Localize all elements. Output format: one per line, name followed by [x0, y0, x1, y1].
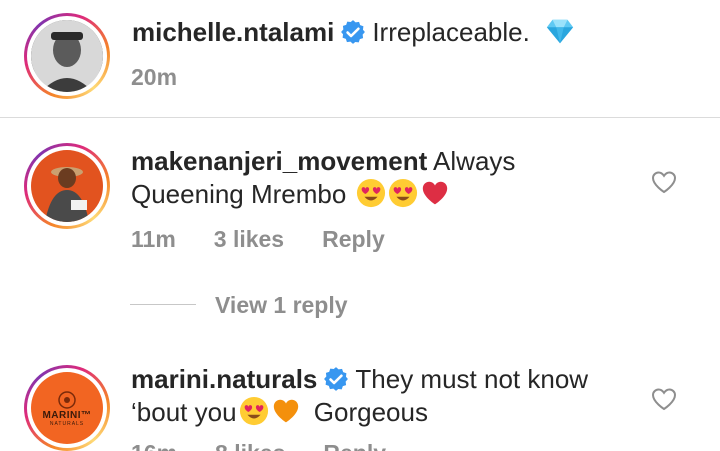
comment-meta: 11m 3 likes Reply	[131, 226, 423, 253]
comment-author-avatar[interactable]: MARINI™ NATURALS	[24, 365, 110, 451]
like-comment-heart-icon[interactable]	[651, 387, 677, 411]
post-caption-text: Irreplaceable.	[372, 17, 530, 47]
post-meta: 20m	[131, 64, 215, 91]
heart-eyes-emoji-icon	[239, 396, 268, 426]
avatar-image: MARINI™ NATURALS	[31, 372, 103, 444]
marini-logo-icon	[58, 390, 76, 409]
view-replies-line	[130, 304, 196, 305]
verified-badge-icon	[324, 367, 349, 391]
avatar-gap: MARINI™ NATURALS	[27, 368, 107, 448]
post-caption-row: michelle.ntalami Irreplaceable.	[132, 16, 575, 49]
avatar-brand-subtext: NATURALS	[49, 420, 85, 427]
divider	[0, 117, 720, 118]
portrait-icon	[31, 150, 103, 222]
comment-username[interactable]: marini.naturals	[131, 364, 317, 394]
red-heart-emoji-icon	[422, 181, 447, 205]
avatar-brand-text: MARINI™	[42, 409, 92, 421]
post-author-avatar[interactable]	[24, 13, 110, 99]
post-username[interactable]: michelle.ntalami	[132, 17, 334, 47]
heart-eyes-emoji-icon	[388, 178, 417, 208]
reply-button[interactable]: Reply	[323, 440, 386, 451]
gem-emoji-icon	[546, 19, 574, 44]
view-replies-button[interactable]: View 1 reply	[215, 292, 348, 319]
verified-badge-icon	[341, 20, 366, 44]
comment-text-part1: They must not know	[355, 364, 589, 394]
like-comment-heart-icon[interactable]	[651, 170, 677, 194]
comment-meta: 16m 8 likes Reply	[131, 440, 424, 451]
avatar-image	[31, 150, 103, 222]
comment-text-block: marini.naturals They must not know ‘bout …	[131, 363, 631, 429]
comment-text-part3: Gorgeous	[313, 397, 428, 427]
portrait-icon	[31, 20, 103, 92]
avatar-gap	[27, 146, 107, 226]
comment-timestamp: 16m	[131, 440, 177, 451]
comment-likes-count[interactable]: 8 likes	[215, 440, 285, 451]
comment-text-part2: ‘bout you	[131, 397, 237, 427]
comment-text-block: makenanjeri_movement Always Queening Mre…	[131, 145, 561, 211]
post-timestamp: 20m	[131, 64, 178, 90]
comment-author-avatar[interactable]	[24, 143, 110, 229]
comment-likes-count[interactable]: 3 likes	[214, 226, 284, 252]
comment-timestamp: 11m	[131, 226, 176, 252]
reply-button[interactable]: Reply	[322, 226, 385, 252]
orange-heart-emoji-icon	[273, 399, 298, 423]
avatar-gap	[27, 16, 107, 96]
avatar-image	[31, 20, 103, 92]
heart-eyes-emoji-icon	[356, 178, 385, 208]
comment-username[interactable]: makenanjeri_movement	[131, 146, 427, 176]
